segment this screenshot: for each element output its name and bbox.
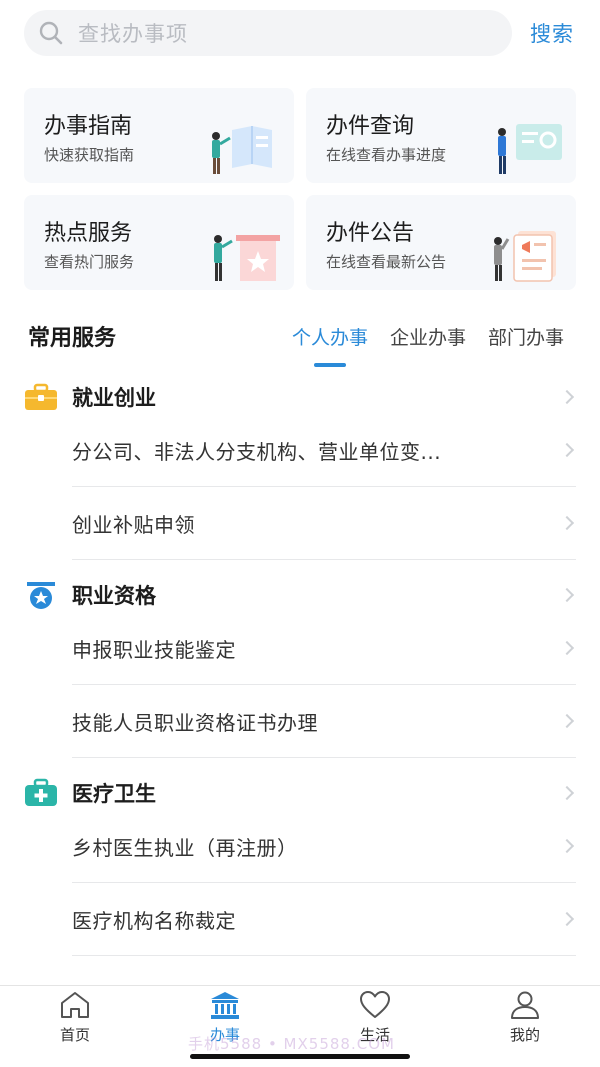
chevron-right-icon xyxy=(559,838,575,854)
tab-enterprise[interactable]: 企业办事 xyxy=(390,323,466,350)
search-placeholder: 查找办事项 xyxy=(78,22,188,46)
query-screen-illustration xyxy=(498,124,562,174)
chevron-right-icon xyxy=(559,713,575,729)
announcement-illustration xyxy=(494,231,556,282)
hot-service-illustration xyxy=(214,235,280,281)
card-subtitle: 在线查看最新公告 xyxy=(326,253,447,271)
medical-kit-icon xyxy=(24,778,58,808)
card-hot-service[interactable]: 热点服务 查看热门服务 xyxy=(24,195,294,290)
nav-item-home[interactable]: 首页 xyxy=(0,986,150,1067)
group-title: 职业资格 xyxy=(72,584,156,608)
list-item-label: 申报职业技能鉴定 xyxy=(72,637,236,662)
group-medical[interactable]: 医疗卫生 xyxy=(24,774,576,812)
home-indicator xyxy=(190,1054,410,1059)
home-icon xyxy=(59,990,91,1020)
card-query[interactable]: 办件查询 在线查看办事进度 xyxy=(306,88,576,183)
card-title: 办件查询 xyxy=(326,114,415,139)
list-item-label: 医疗机构名称裁定 xyxy=(72,908,236,933)
chevron-right-icon xyxy=(559,389,575,405)
group-title: 就业创业 xyxy=(72,386,156,410)
card-announcement[interactable]: 办件公告 在线查看最新公告 xyxy=(306,195,576,290)
list-item-label: 分公司、非法人分支机构、营业单位变... xyxy=(72,439,442,464)
list-item[interactable]: 乡村医生执业（再注册） xyxy=(72,810,576,883)
briefcase-icon xyxy=(24,382,58,412)
list-item[interactable]: 医疗机构名称裁定 xyxy=(72,883,576,956)
search-button[interactable]: 搜索 xyxy=(530,18,574,48)
chevron-right-icon xyxy=(559,587,575,603)
tab-personal[interactable]: 个人办事 xyxy=(292,323,368,367)
card-guide[interactable]: 办事指南 快速获取指南 xyxy=(24,88,294,183)
group-title: 医疗卫生 xyxy=(72,782,156,806)
group-employment[interactable]: 就业创业 xyxy=(24,378,576,416)
medal-icon xyxy=(24,580,58,610)
list-item[interactable]: 申报职业技能鉴定 xyxy=(72,612,576,685)
list-item-label: 创业补贴申领 xyxy=(72,512,195,537)
card-subtitle: 查看热门服务 xyxy=(44,253,135,271)
chevron-right-icon xyxy=(559,911,575,927)
card-title: 办件公告 xyxy=(326,221,415,246)
card-title: 办事指南 xyxy=(44,114,133,139)
chevron-right-icon xyxy=(559,515,575,531)
nav-item-mine[interactable]: 我的 xyxy=(450,986,600,1067)
chevron-right-icon xyxy=(559,442,575,458)
chevron-right-icon xyxy=(559,640,575,656)
card-title: 热点服务 xyxy=(44,221,133,246)
nav-label: 我的 xyxy=(509,1026,540,1044)
card-subtitle: 在线查看办事进度 xyxy=(326,146,447,164)
heart-icon xyxy=(359,990,391,1020)
section-title: 常用服务 xyxy=(28,326,117,351)
nav-label: 首页 xyxy=(59,1026,90,1044)
group-qualification[interactable]: 职业资格 xyxy=(24,576,576,614)
chevron-right-icon xyxy=(559,785,575,801)
service-tabs: 个人办事 企业办事 部门办事 xyxy=(292,323,564,367)
list-item-label: 乡村医生执业（再注册） xyxy=(72,835,298,860)
tab-department[interactable]: 部门办事 xyxy=(488,323,564,350)
list-item[interactable]: 技能人员职业资格证书办理 xyxy=(72,685,576,758)
government-building-icon xyxy=(209,990,241,1020)
watermark: 手机5588 • MX5588.COM xyxy=(188,1035,395,1053)
user-icon xyxy=(509,990,541,1020)
list-item-label: 技能人员职业资格证书办理 xyxy=(72,710,318,735)
search-input[interactable]: 查找办事项 xyxy=(24,10,512,56)
search-icon xyxy=(38,20,64,46)
card-subtitle: 快速获取指南 xyxy=(44,146,135,164)
list-item[interactable]: 分公司、非法人分支机构、营业单位变... xyxy=(72,414,576,487)
guide-book-illustration xyxy=(212,126,272,174)
list-item[interactable]: 创业补贴申领 xyxy=(72,487,576,560)
